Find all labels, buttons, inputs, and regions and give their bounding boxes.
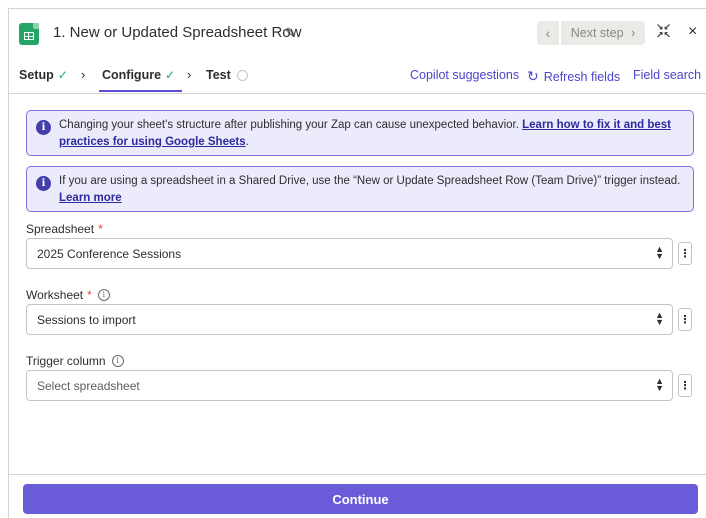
worksheet-label: Worksheet * i <box>26 288 110 302</box>
chevron-right-icon: › <box>187 67 192 82</box>
pencil-icon[interactable]: ✎ <box>285 25 296 41</box>
close-icon[interactable]: × <box>688 23 697 41</box>
step-editor-panel: 1. New or Updated Spreadsheet Row ✎ ‹ Ne… <box>8 8 706 518</box>
info-icon[interactable]: i <box>111 355 124 367</box>
copilot-suggestions-link[interactable]: Copilot suggestions <box>410 68 519 82</box>
collapse-icon[interactable]: ↘↙ ↗↖ <box>656 23 671 41</box>
refresh-icon: ↻ <box>527 68 539 84</box>
shared-drive-text: If you are using a spreadsheet in a Shar… <box>59 175 681 187</box>
worksheet-value: Sessions to import <box>37 312 136 327</box>
tab-test[interactable]: Test <box>206 68 248 82</box>
refresh-fields-button[interactable]: ↻ Refresh fields <box>527 68 620 85</box>
previous-step-button[interactable]: ‹ <box>537 21 559 45</box>
info-icon: i <box>36 120 51 135</box>
pending-circle-icon <box>236 69 248 81</box>
step-title[interactable]: 1. New or Updated Spreadsheet Row <box>53 24 301 41</box>
chevron-right-icon: › <box>81 67 86 82</box>
step-tabs: Setup ✓ › Configure ✓ › Test Copilot sug… <box>9 57 706 94</box>
warning-text: Changing your sheet's structure after pu… <box>59 119 519 131</box>
next-step-button[interactable]: Next step › <box>561 21 645 45</box>
trigger-column-label: Trigger column i <box>26 354 124 368</box>
select-arrows-icon: ▲ ▼ <box>655 244 664 261</box>
tab-setup-label: Setup <box>19 68 54 82</box>
chevron-right-icon: › <box>631 26 636 40</box>
tab-test-label: Test <box>206 68 231 82</box>
continue-button[interactable]: Continue <box>23 484 698 514</box>
select-arrows-icon: ▲ ▼ <box>655 310 664 327</box>
tab-configure-label: Configure <box>102 68 162 82</box>
info-icon[interactable]: i <box>97 289 110 301</box>
spreadsheet-select[interactable]: 2025 Conference Sessions ▲ ▼ <box>26 238 673 269</box>
worksheet-more-options-icon[interactable]: ⋮ <box>678 308 692 331</box>
trigger-column-placeholder: Select spreadsheet <box>37 378 140 393</box>
step-footer: Continue <box>9 474 706 518</box>
check-icon: ✓ <box>165 68 176 82</box>
field-search-link[interactable]: Field search <box>633 68 701 82</box>
spreadsheet-label: Spreadsheet * <box>26 222 103 236</box>
required-marker: * <box>98 222 103 236</box>
active-tab-indicator <box>99 90 182 92</box>
tab-configure[interactable]: Configure ✓ <box>102 68 175 82</box>
worksheet-select[interactable]: Sessions to import ▲ ▼ <box>26 304 673 335</box>
select-arrows-icon: ▲ ▼ <box>655 376 664 393</box>
check-icon: ✓ <box>57 68 68 82</box>
spreadsheet-more-options-icon[interactable]: ⋮ <box>678 242 692 265</box>
spreadsheet-value: 2025 Conference Sessions <box>37 246 182 261</box>
required-marker: * <box>87 288 92 302</box>
step-navigation: ‹ Next step › <box>537 21 645 45</box>
refresh-fields-label: Refresh fields <box>543 69 621 84</box>
learn-more-link[interactable]: Learn more <box>59 192 122 204</box>
trigger-column-more-options-icon[interactable]: ⋮ <box>678 374 692 397</box>
step-header: 1. New or Updated Spreadsheet Row ✎ ‹ Ne… <box>9 9 706 57</box>
google-sheets-icon <box>19 23 39 45</box>
info-icon: i <box>36 176 51 191</box>
sheet-structure-warning: i Changing your sheet's structure after … <box>26 110 694 156</box>
trigger-column-select[interactable]: Select spreadsheet ▲ ▼ <box>26 370 673 401</box>
tab-setup[interactable]: Setup ✓ <box>19 68 68 82</box>
shared-drive-notice: i If you are using a spreadsheet in a Sh… <box>26 166 694 212</box>
next-step-label: Next step <box>570 26 624 40</box>
